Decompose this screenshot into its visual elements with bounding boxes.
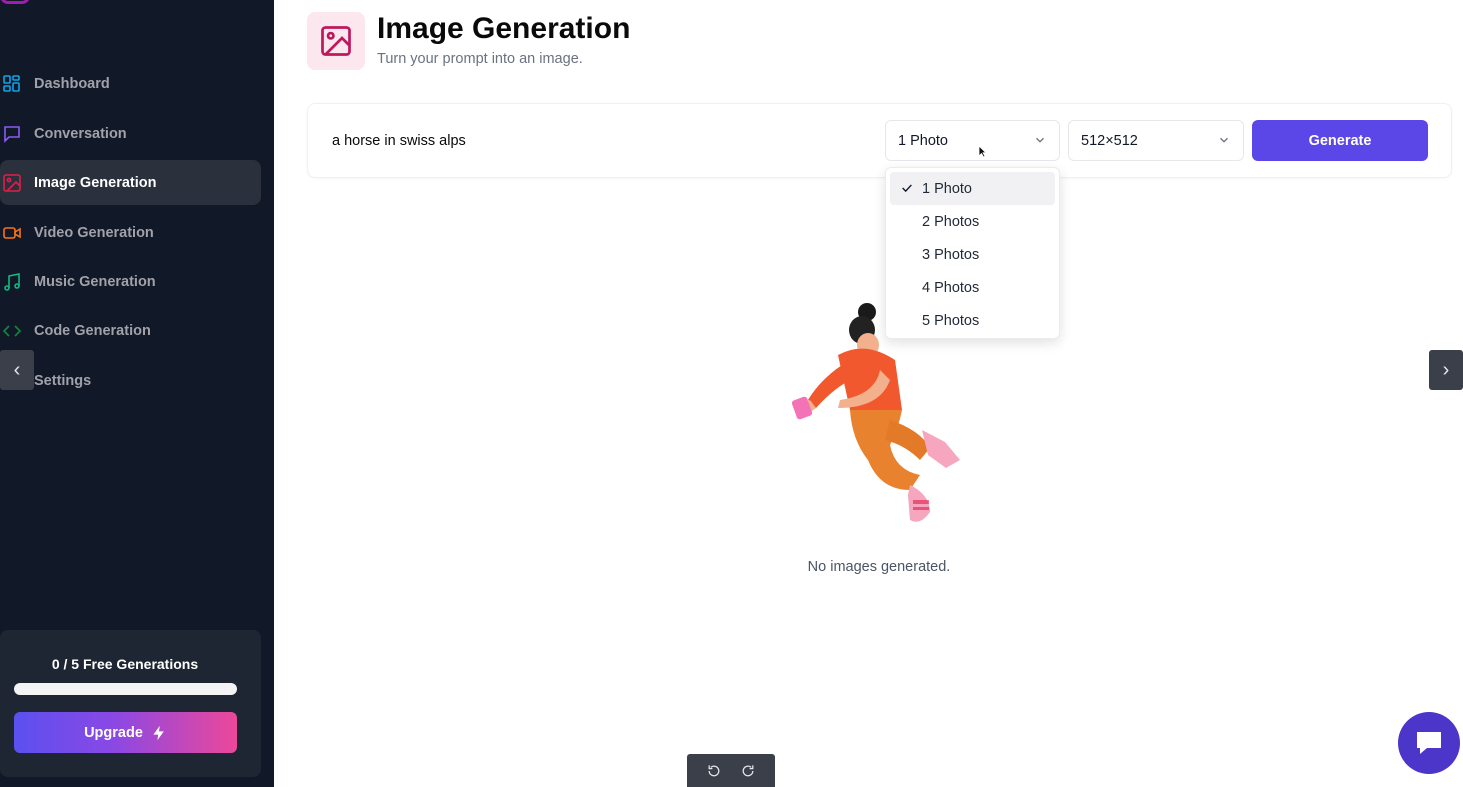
empty-state-illustration bbox=[791, 303, 960, 522]
video-icon bbox=[3, 227, 21, 239]
usage-progress-bar bbox=[14, 683, 237, 695]
sidebar-item-conversation[interactable]: Conversation bbox=[0, 111, 261, 156]
sidebar-item-label: Image Generation bbox=[34, 174, 157, 191]
dropdown-option[interactable]: 3 Photos bbox=[890, 238, 1055, 271]
prompt-input[interactable] bbox=[332, 121, 852, 161]
sidebar-item-label: Settings bbox=[34, 372, 92, 389]
dropdown-option-label: 1 Photo bbox=[922, 180, 972, 197]
message-square-icon bbox=[4, 126, 20, 143]
resolution-select-value: 512×512 bbox=[1081, 132, 1138, 149]
chat-support-button[interactable] bbox=[1398, 712, 1460, 774]
chevron-down-icon bbox=[1036, 137, 1044, 143]
page-title: Image Generation bbox=[377, 12, 631, 45]
generate-button[interactable]: Generate bbox=[1252, 120, 1428, 161]
mouse-cursor-icon bbox=[978, 145, 987, 158]
header-icon-box bbox=[307, 12, 365, 70]
dropdown-option[interactable]: 2 Photos bbox=[890, 205, 1055, 238]
chat-icon bbox=[1417, 732, 1441, 754]
sidebar: Dashboard Conversation Image Generation … bbox=[0, 0, 274, 787]
code-icon bbox=[2, 325, 22, 337]
sidebar-item-label: Conversation bbox=[34, 125, 127, 142]
usage-card: 0 / 5 Free Generations Upgrade bbox=[0, 630, 261, 777]
next-arrow-button[interactable]: › bbox=[1429, 350, 1463, 390]
chevron-left-icon: ‹ bbox=[13, 358, 21, 381]
sidebar-item-settings[interactable]: Settings bbox=[0, 358, 261, 403]
empty-state-text: No images generated. bbox=[807, 559, 951, 575]
sidebar-item-image-generation[interactable]: Image Generation bbox=[0, 160, 261, 205]
sidebar-item-music-generation[interactable]: Music Generation bbox=[0, 259, 261, 304]
sidebar-item-label: Dashboard bbox=[34, 75, 110, 92]
upgrade-button[interactable]: Upgrade bbox=[14, 712, 237, 753]
dropdown-option-label: 4 Photos bbox=[922, 279, 980, 296]
music-icon bbox=[4, 273, 20, 291]
sidebar-item-dashboard[interactable]: Dashboard bbox=[0, 61, 261, 106]
chevron-right-icon: › bbox=[1442, 358, 1450, 381]
image-icon bbox=[3, 174, 21, 192]
amount-select-value: 1 Photo bbox=[898, 132, 948, 149]
sidebar-item-label: Music Generation bbox=[34, 273, 156, 290]
forward-icon[interactable] bbox=[740, 763, 756, 779]
dropdown-option[interactable]: 1 Photo bbox=[890, 172, 1055, 205]
zap-icon bbox=[153, 725, 164, 740]
image-icon bbox=[321, 26, 351, 56]
dropdown-option-label: 3 Photos bbox=[922, 246, 980, 263]
resolution-select[interactable]: 512×512 bbox=[1068, 120, 1244, 161]
rewind-icon[interactable] bbox=[706, 763, 722, 779]
page-subtitle: Turn your prompt into an image. bbox=[377, 51, 583, 67]
sidebar-item-code-generation[interactable]: Code Generation bbox=[0, 308, 261, 353]
amount-select[interactable]: 1 Photo bbox=[885, 120, 1060, 161]
sidebar-item-label: Video Generation bbox=[34, 224, 154, 241]
dashboard-icon bbox=[3, 75, 20, 92]
logo bbox=[0, 0, 30, 4]
prompt-form: 1 Photo 512×512 Generate bbox=[307, 103, 1452, 178]
upgrade-button-label: Upgrade bbox=[84, 724, 143, 741]
sidebar-item-video-generation[interactable]: Video Generation bbox=[0, 210, 261, 255]
usage-counter: 0 / 5 Free Generations bbox=[51, 656, 199, 672]
media-toolbar bbox=[687, 754, 775, 787]
sidebar-item-label: Code Generation bbox=[34, 322, 151, 339]
check-icon bbox=[902, 184, 912, 193]
dropdown-option-label: 2 Photos bbox=[922, 213, 980, 230]
app-root: Dashboard Conversation Image Generation … bbox=[0, 0, 1463, 787]
previous-arrow-button[interactable]: ‹ bbox=[0, 350, 34, 390]
chevron-down-icon bbox=[1220, 137, 1228, 143]
